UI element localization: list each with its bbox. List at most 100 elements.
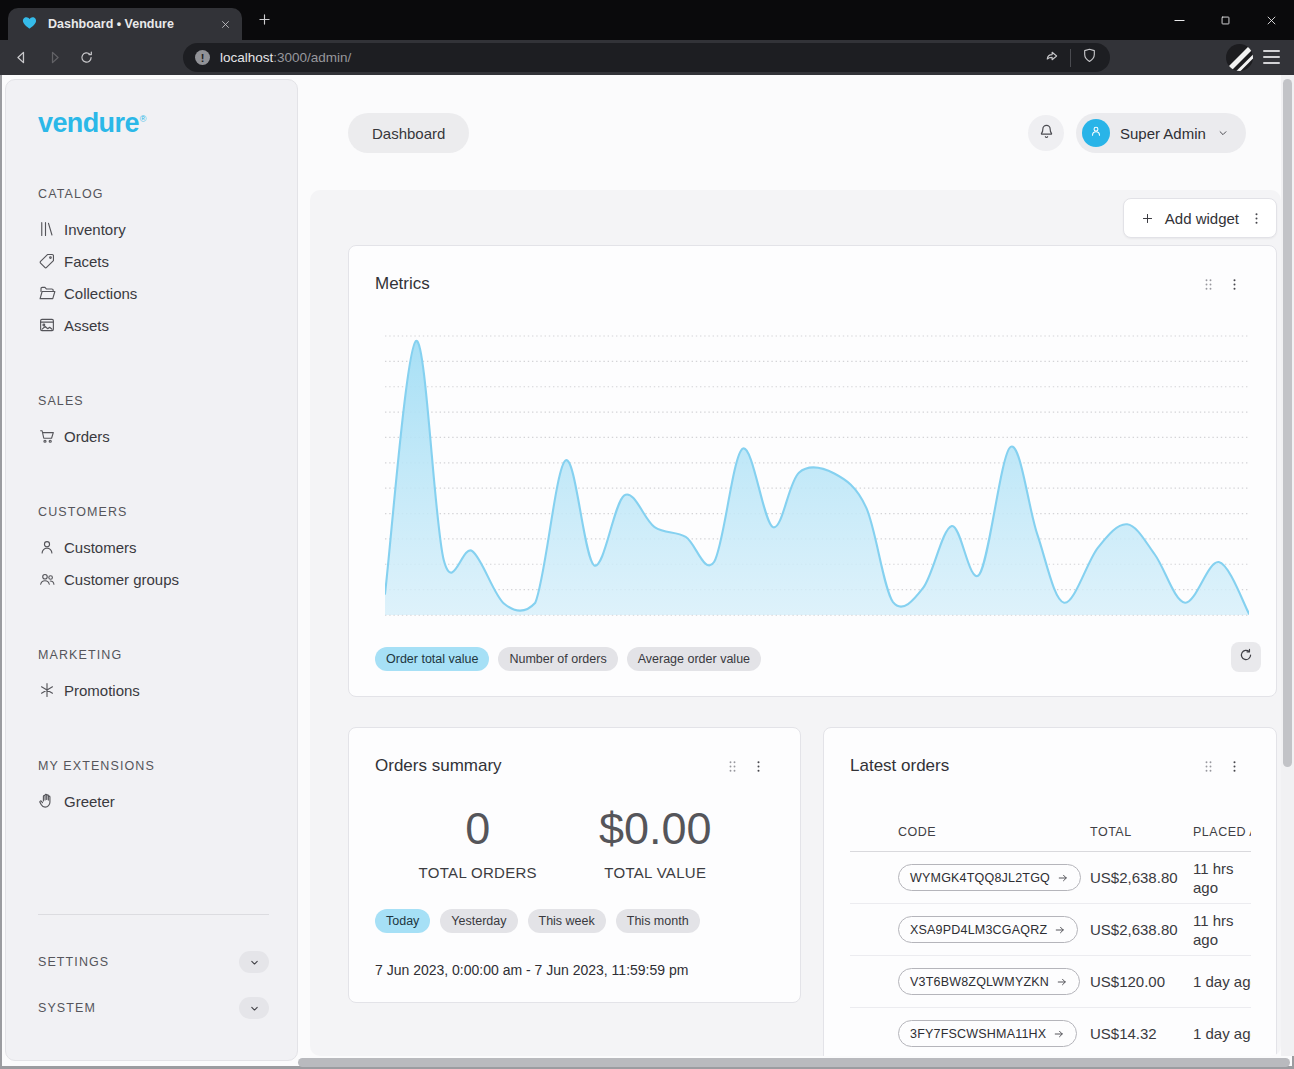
browser-titlebar: Dashboard • Vendure	[0, 0, 1294, 40]
vertical-scrollbar[interactable]	[1281, 75, 1294, 1056]
metric-tab-number-of-orders[interactable]: Number of orders	[498, 647, 617, 671]
order-code-link[interactable]: WYMGK4TQQ8JL2TGQ	[898, 864, 1081, 891]
widget-title: Latest orders	[850, 756, 1201, 776]
divider	[1070, 49, 1071, 67]
order-row: WYMGK4TQQ8JL2TGQUS$2,638.8011 hrs ago	[850, 852, 1251, 904]
site-info-icon[interactable]: !	[195, 50, 210, 65]
plus-icon	[1140, 211, 1155, 226]
forward-icon	[45, 48, 64, 67]
maximize-icon	[1218, 13, 1233, 28]
sidebar-item-customers[interactable]: Customers	[38, 531, 269, 563]
window-maximize-button[interactable]	[1202, 0, 1248, 40]
user-menu[interactable]: Super Admin	[1076, 113, 1246, 153]
browser-forward-button[interactable]	[45, 48, 64, 67]
expand-button[interactable]	[239, 951, 269, 973]
kebab-menu-icon[interactable]	[1249, 211, 1264, 226]
tab-close-icon[interactable]	[219, 18, 232, 31]
browser-back-button[interactable]	[12, 48, 31, 67]
bell-icon	[1037, 122, 1056, 141]
reload-icon	[78, 49, 95, 66]
sidebar-item-assets[interactable]: Assets	[38, 309, 269, 341]
collections-icon	[38, 284, 56, 302]
chevron-down-icon	[1216, 126, 1230, 140]
order-row: XSA9PD4LM3CGAQRZUS$2,638.8011 hrs ago	[850, 904, 1251, 956]
total-orders-stat: 0 TOTAL ORDERS	[389, 804, 567, 882]
order-placed-at: 1 day ago	[1193, 1024, 1251, 1043]
kebab-menu-icon[interactable]	[1227, 277, 1242, 292]
order-row: 3FY7FSCWSHMA11HX US$14.321 day ago	[850, 1008, 1251, 1056]
horizontal-scrollbar-thumb[interactable]	[298, 1058, 1290, 1067]
drag-handle-icon[interactable]	[725, 759, 740, 774]
range-tab-yesterday[interactable]: Yesterday	[440, 909, 517, 933]
nav-section-label: CUSTOMERS	[38, 505, 269, 519]
nav-section-label: CATALOG	[38, 187, 269, 201]
kebab-menu-icon[interactable]	[1227, 759, 1242, 774]
chevron-down-icon	[1216, 126, 1230, 140]
sidebar-item-facets[interactable]: Facets	[38, 245, 269, 277]
customer-groups-icon	[38, 570, 56, 588]
sidebar-item-greeter[interactable]: Greeter	[38, 785, 269, 817]
notifications-button[interactable]	[1028, 115, 1064, 151]
drag-handle-icon[interactable]	[1201, 759, 1216, 774]
metric-tab-average-order-value[interactable]: Average order value	[627, 647, 761, 671]
page-title: Dashboard	[348, 113, 469, 153]
browser-menu-button[interactable]	[1263, 50, 1280, 64]
order-total: US$2,638.80	[1090, 869, 1193, 886]
order-placed-at: 1 day ago	[1193, 972, 1251, 991]
sidebar-item-promotions[interactable]: Promotions	[38, 674, 269, 706]
order-row: V3T6BW8ZQLWMYZKN US$120.001 day ago	[850, 956, 1251, 1008]
refresh-icon	[1238, 647, 1254, 663]
promotions-icon	[38, 681, 56, 699]
range-tab-today[interactable]: Today	[375, 909, 430, 933]
order-code-link[interactable]: XSA9PD4LM3CGAQRZ	[898, 916, 1078, 943]
order-code-link[interactable]: V3T6BW8ZQLWMYZKN	[898, 968, 1080, 995]
order-total: US$14.32	[1090, 1025, 1193, 1042]
total-value-stat: $0.00 TOTAL VALUE	[567, 804, 745, 882]
window-close-button[interactable]	[1248, 0, 1294, 40]
scrollbar-thumb[interactable]	[1283, 79, 1292, 767]
sidebar-group-settings[interactable]: SETTINGS	[38, 942, 269, 982]
refresh-button[interactable]	[1231, 642, 1261, 672]
order-code-link[interactable]: 3FY7FSCWSHMA11HX	[898, 1020, 1077, 1047]
widget-title: Metrics	[375, 274, 1201, 294]
address-bar[interactable]: ! localhost:3000/admin/	[183, 43, 1110, 72]
browser-tab[interactable]: Dashboard • Vendure	[8, 8, 242, 40]
nav-section-label: SALES	[38, 394, 269, 408]
facets-icon	[38, 252, 56, 270]
sidebar-divider	[38, 914, 269, 915]
expand-button[interactable]	[239, 997, 269, 1019]
metrics-chart	[385, 331, 1249, 621]
kebab-menu-icon[interactable]	[751, 759, 766, 774]
sidebar-item-inventory[interactable]: Inventory	[38, 213, 269, 245]
assets-icon	[38, 316, 56, 334]
range-tab-this-week[interactable]: This week	[528, 909, 606, 933]
sidebar-item-collections[interactable]: Collections	[38, 277, 269, 309]
range-tab-this-month[interactable]: This month	[616, 909, 700, 933]
browser-reload-button[interactable]	[78, 49, 95, 66]
drag-handle-icon	[1201, 759, 1216, 774]
metric-tab-order-total-value[interactable]: Order total value	[375, 647, 489, 671]
user-avatar	[1082, 119, 1110, 147]
nav-section-label: MARKETING	[38, 648, 269, 662]
order-total: US$120.00	[1090, 973, 1193, 990]
dashboard-content: Add widget Metrics Order total value Numb…	[310, 190, 1281, 1056]
sidebar-item-customer-groups[interactable]: Customer groups	[38, 563, 269, 595]
plus-icon	[1140, 211, 1155, 226]
brave-shield-icon[interactable]	[1081, 47, 1098, 68]
arrow-right-icon	[1054, 924, 1066, 936]
latest-orders-widget: Latest orders CODETOTALPLACED ATWYMGK4TQ…	[823, 727, 1277, 1056]
sidebar-group-system[interactable]: SYSTEM	[38, 988, 269, 1028]
add-widget-button[interactable]: Add widget	[1123, 198, 1277, 238]
drag-handle-icon[interactable]	[1201, 277, 1216, 292]
browser-profile-avatar[interactable]	[1226, 44, 1253, 71]
orders-icon	[38, 427, 56, 445]
share-icon[interactable]	[1042, 47, 1060, 69]
chevron-down-icon	[248, 1002, 261, 1015]
order-placed-at: 11 hrs ago	[1193, 911, 1251, 949]
sidebar-item-orders[interactable]: Orders	[38, 420, 269, 452]
arrow-right-icon	[1053, 1028, 1065, 1040]
new-tab-button[interactable]	[256, 11, 273, 28]
window-minimize-button[interactable]	[1156, 0, 1202, 40]
heart-icon	[21, 14, 38, 31]
bell-icon	[1037, 122, 1056, 145]
